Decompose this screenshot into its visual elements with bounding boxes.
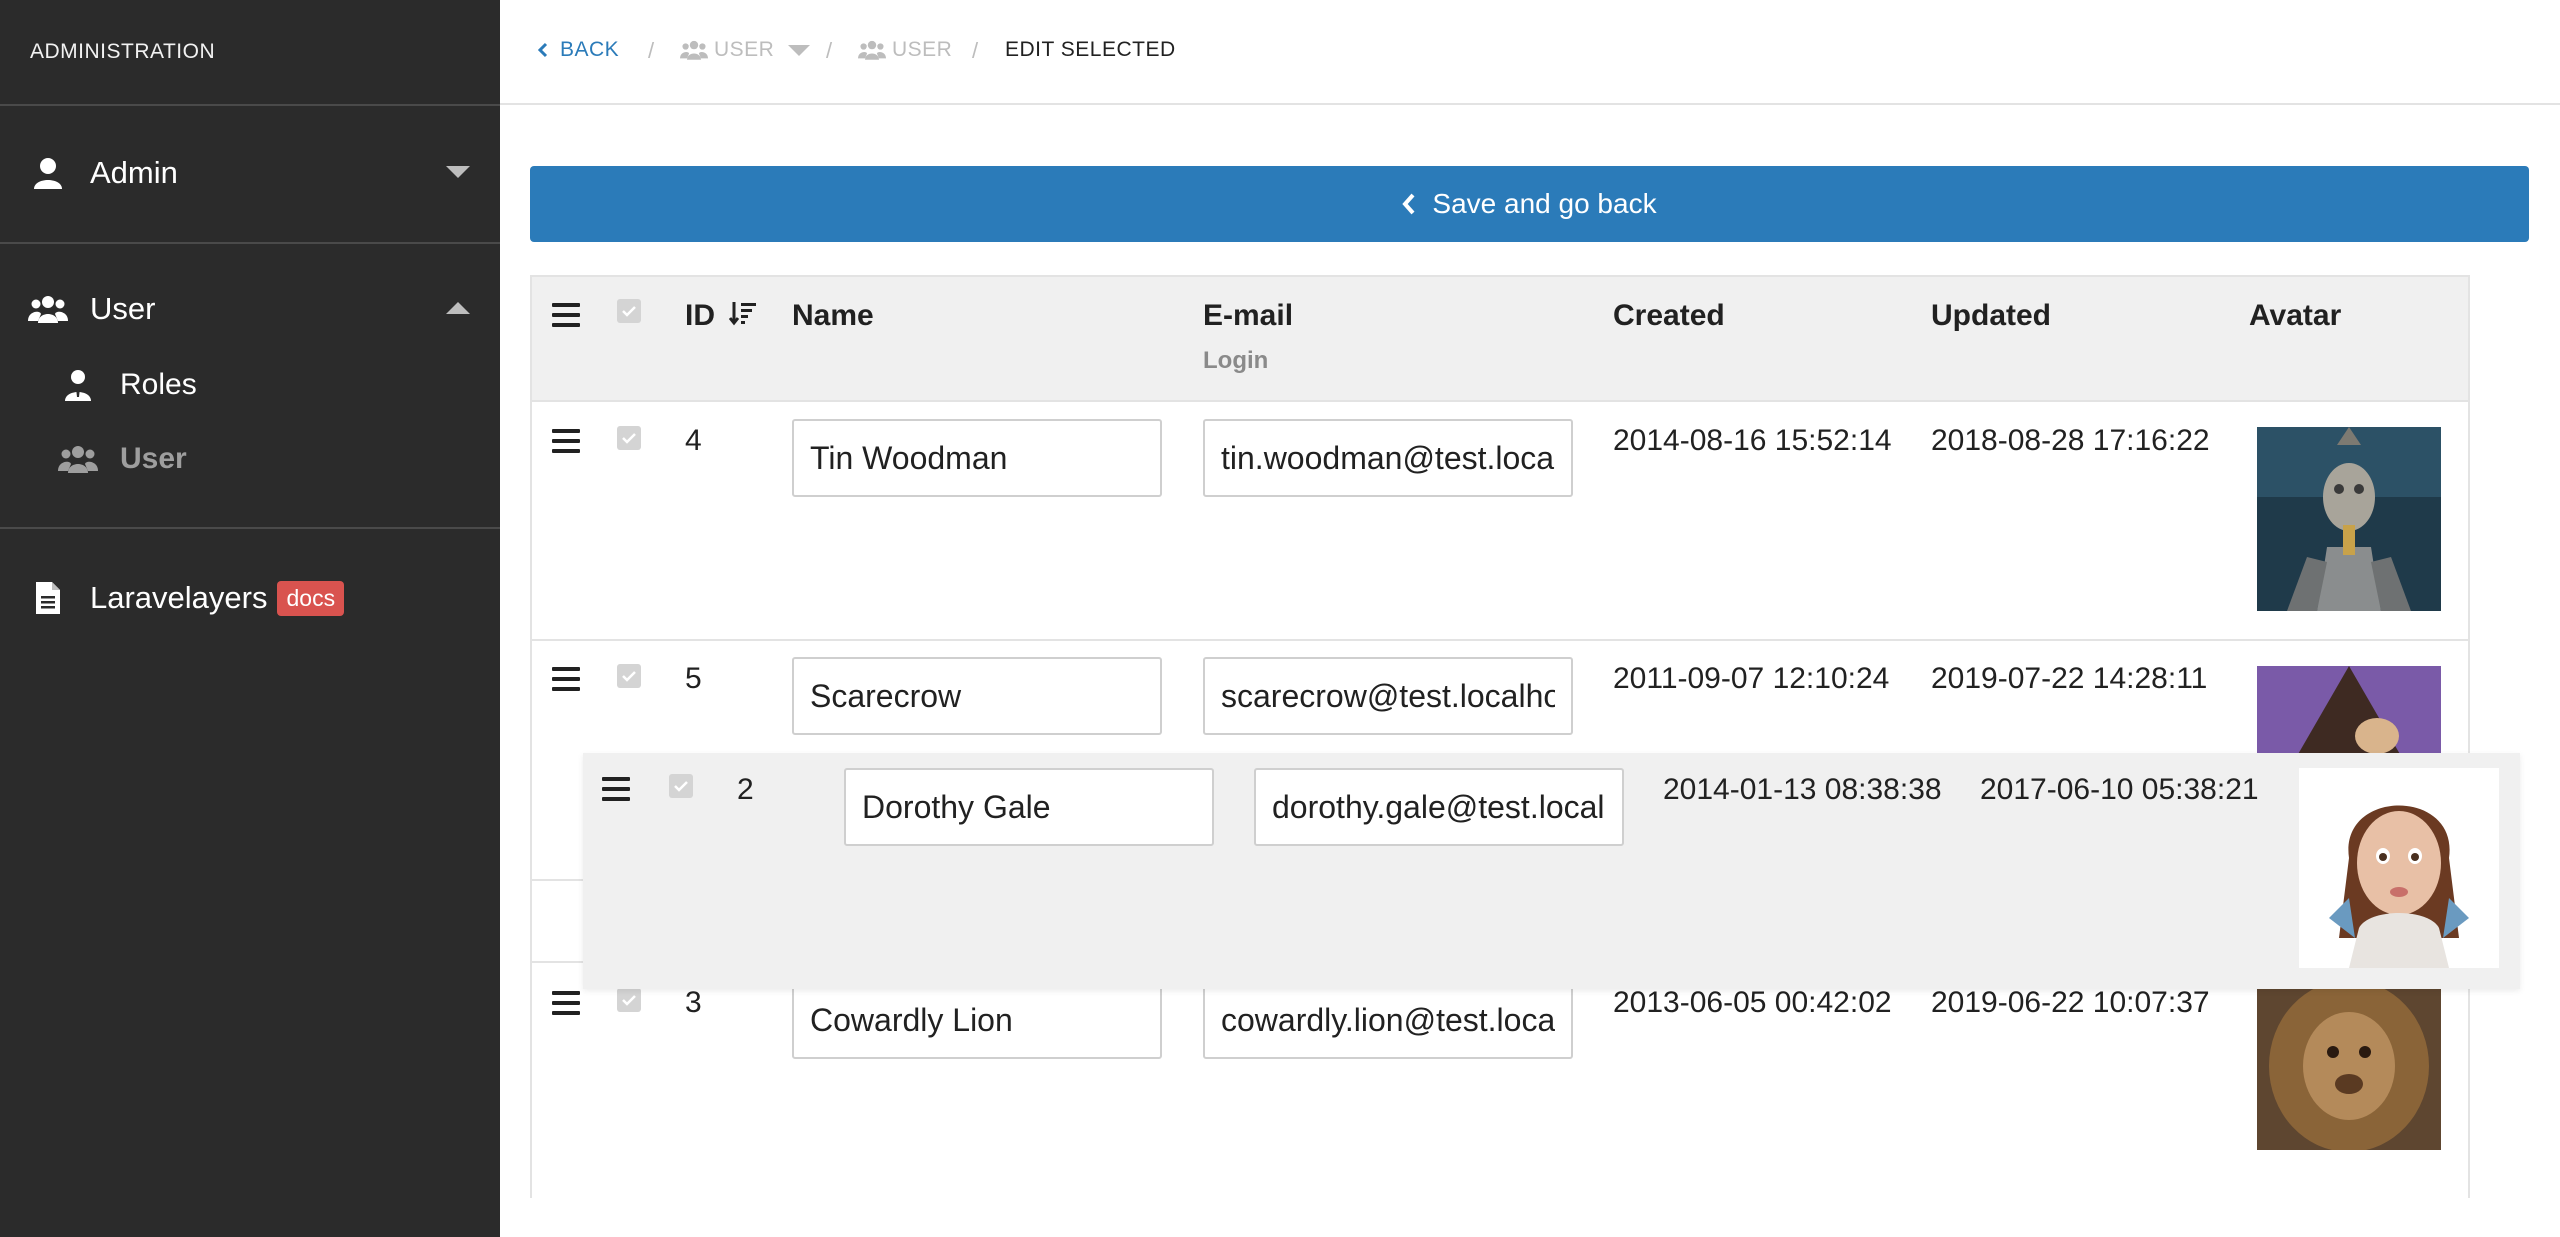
users-icon bbox=[28, 289, 68, 329]
sidebar-item-label: Roles bbox=[120, 368, 197, 401]
save-button-label: Save and go back bbox=[1432, 188, 1657, 219]
table-header: ID Name E-mail Login Created Updated Ava… bbox=[532, 277, 2468, 402]
document-icon bbox=[28, 578, 68, 618]
row-checkbox[interactable] bbox=[669, 774, 693, 798]
breadcrumb-label: USER bbox=[892, 38, 953, 61]
updated-date: 2018-08-28 17:16:22 bbox=[1931, 424, 2210, 457]
updated-date: 2017-06-10 05:38:21 bbox=[1980, 773, 2259, 806]
breadcrumb-separator: / bbox=[648, 38, 655, 63]
cowardly-lion-avatar bbox=[2257, 966, 2441, 1150]
row-id: 4 bbox=[685, 424, 702, 457]
email-input[interactable] bbox=[1254, 768, 1624, 846]
chevron-down-icon bbox=[446, 166, 470, 178]
menu-icon[interactable] bbox=[552, 303, 580, 327]
breadcrumb-separator: / bbox=[972, 38, 979, 63]
row-id: 2 bbox=[737, 773, 754, 806]
users-table: ID Name E-mail Login Created Updated Ava… bbox=[530, 275, 2470, 1200]
sidebar-item-roles[interactable]: Roles bbox=[0, 353, 500, 417]
email-input[interactable] bbox=[1203, 981, 1573, 1059]
created-date: 2014-08-16 15:52:14 bbox=[1613, 424, 1892, 457]
column-header-email[interactable]: E-mail bbox=[1203, 299, 1293, 333]
drag-handle-icon[interactable] bbox=[602, 777, 630, 801]
created-date: 2014-01-13 08:38:38 bbox=[1663, 773, 1942, 806]
user-tie-icon bbox=[58, 365, 98, 405]
table-row: 4 2014-08-16 15:52:14 2018-08-28 17:16:2… bbox=[532, 402, 2468, 641]
sort-descending-icon bbox=[729, 300, 757, 334]
column-header-updated[interactable]: Updated bbox=[1931, 299, 2051, 333]
dragging-row[interactable]: 2 2014-01-13 08:38:38 2017-06-10 05:38:2… bbox=[583, 753, 2520, 989]
name-input[interactable] bbox=[792, 981, 1162, 1059]
tin-woodman-avatar bbox=[2257, 427, 2441, 611]
sidebar-divider bbox=[0, 527, 500, 529]
chevron-up-icon bbox=[446, 302, 470, 314]
users-icon bbox=[680, 40, 708, 60]
sidebar-item-label: User bbox=[90, 291, 156, 326]
sidebar-item-label: Laravelayers bbox=[90, 580, 268, 615]
row-checkbox[interactable] bbox=[617, 664, 641, 688]
dorothy-gale-avatar bbox=[2299, 768, 2499, 968]
drag-handle-icon[interactable] bbox=[552, 991, 580, 1015]
chevron-down-icon bbox=[788, 44, 811, 56]
sidebar-item-admin[interactable]: Admin bbox=[0, 138, 500, 208]
row-id: 3 bbox=[685, 986, 702, 1019]
breadcrumb-user-dropdown[interactable]: USER bbox=[680, 38, 811, 62]
row-id: 5 bbox=[685, 662, 702, 695]
docs-badge: docs bbox=[277, 580, 345, 616]
sidebar-divider bbox=[0, 104, 500, 106]
name-input[interactable] bbox=[844, 768, 1214, 846]
back-label: BACK bbox=[560, 38, 620, 61]
created-date: 2013-06-05 00:42:02 bbox=[1613, 986, 1892, 1019]
email-input[interactable] bbox=[1203, 657, 1573, 735]
users-icon bbox=[58, 439, 98, 479]
users-icon bbox=[858, 40, 886, 60]
breadcrumb-label: USER bbox=[714, 38, 775, 61]
column-header-label: ID bbox=[685, 299, 715, 332]
sidebar: ADMINISTRATION Admin User Roles User Lar… bbox=[0, 0, 500, 1237]
sidebar-item-docs[interactable]: Laravelayers docs bbox=[0, 563, 500, 633]
sidebar-item-label: User bbox=[120, 442, 187, 475]
sidebar-item-user[interactable]: User bbox=[0, 274, 500, 344]
column-header-name[interactable]: Name bbox=[792, 299, 874, 333]
column-subheader-login: Login bbox=[1203, 347, 1269, 374]
scarecrow-avatar bbox=[2257, 666, 2441, 756]
email-input[interactable] bbox=[1203, 419, 1573, 497]
user-icon bbox=[28, 153, 68, 193]
updated-date: 2019-07-22 14:28:11 bbox=[1931, 662, 2208, 695]
chevron-left-icon bbox=[538, 42, 548, 58]
back-link[interactable]: BACK bbox=[538, 38, 619, 62]
breadcrumb-separator: / bbox=[826, 38, 833, 63]
name-input[interactable] bbox=[792, 419, 1162, 497]
column-header-created[interactable]: Created bbox=[1613, 299, 1725, 333]
created-date: 2011-09-07 12:10:24 bbox=[1613, 662, 1890, 695]
drag-handle-icon[interactable] bbox=[552, 429, 580, 453]
table-row: 3 2013-06-05 00:42:02 2019-06-22 10:07:3… bbox=[532, 963, 2468, 1200]
updated-date: 2019-06-22 10:07:37 bbox=[1931, 986, 2210, 1019]
sidebar-title: ADMINISTRATION bbox=[30, 40, 216, 63]
sidebar-divider bbox=[0, 242, 500, 244]
row-checkbox[interactable] bbox=[617, 426, 641, 450]
name-input[interactable] bbox=[792, 657, 1162, 735]
chevron-left-icon bbox=[1402, 192, 1416, 216]
select-all-checkbox[interactable] bbox=[617, 299, 641, 323]
column-header-id[interactable]: ID bbox=[685, 299, 757, 334]
drag-handle-icon[interactable] bbox=[552, 667, 580, 691]
column-header-avatar: Avatar bbox=[2249, 299, 2342, 332]
sidebar-item-label: Admin bbox=[90, 155, 178, 190]
breadcrumb-user[interactable]: USER bbox=[858, 38, 952, 62]
breadcrumb-current: EDIT SELECTED bbox=[1005, 38, 1176, 61]
row-checkbox[interactable] bbox=[617, 988, 641, 1012]
breadcrumb: BACK / USER / USER / EDIT SELECTED bbox=[500, 0, 2560, 105]
save-and-go-back-button[interactable]: Save and go back bbox=[530, 166, 2529, 242]
sidebar-item-user-list[interactable]: User bbox=[0, 427, 500, 491]
